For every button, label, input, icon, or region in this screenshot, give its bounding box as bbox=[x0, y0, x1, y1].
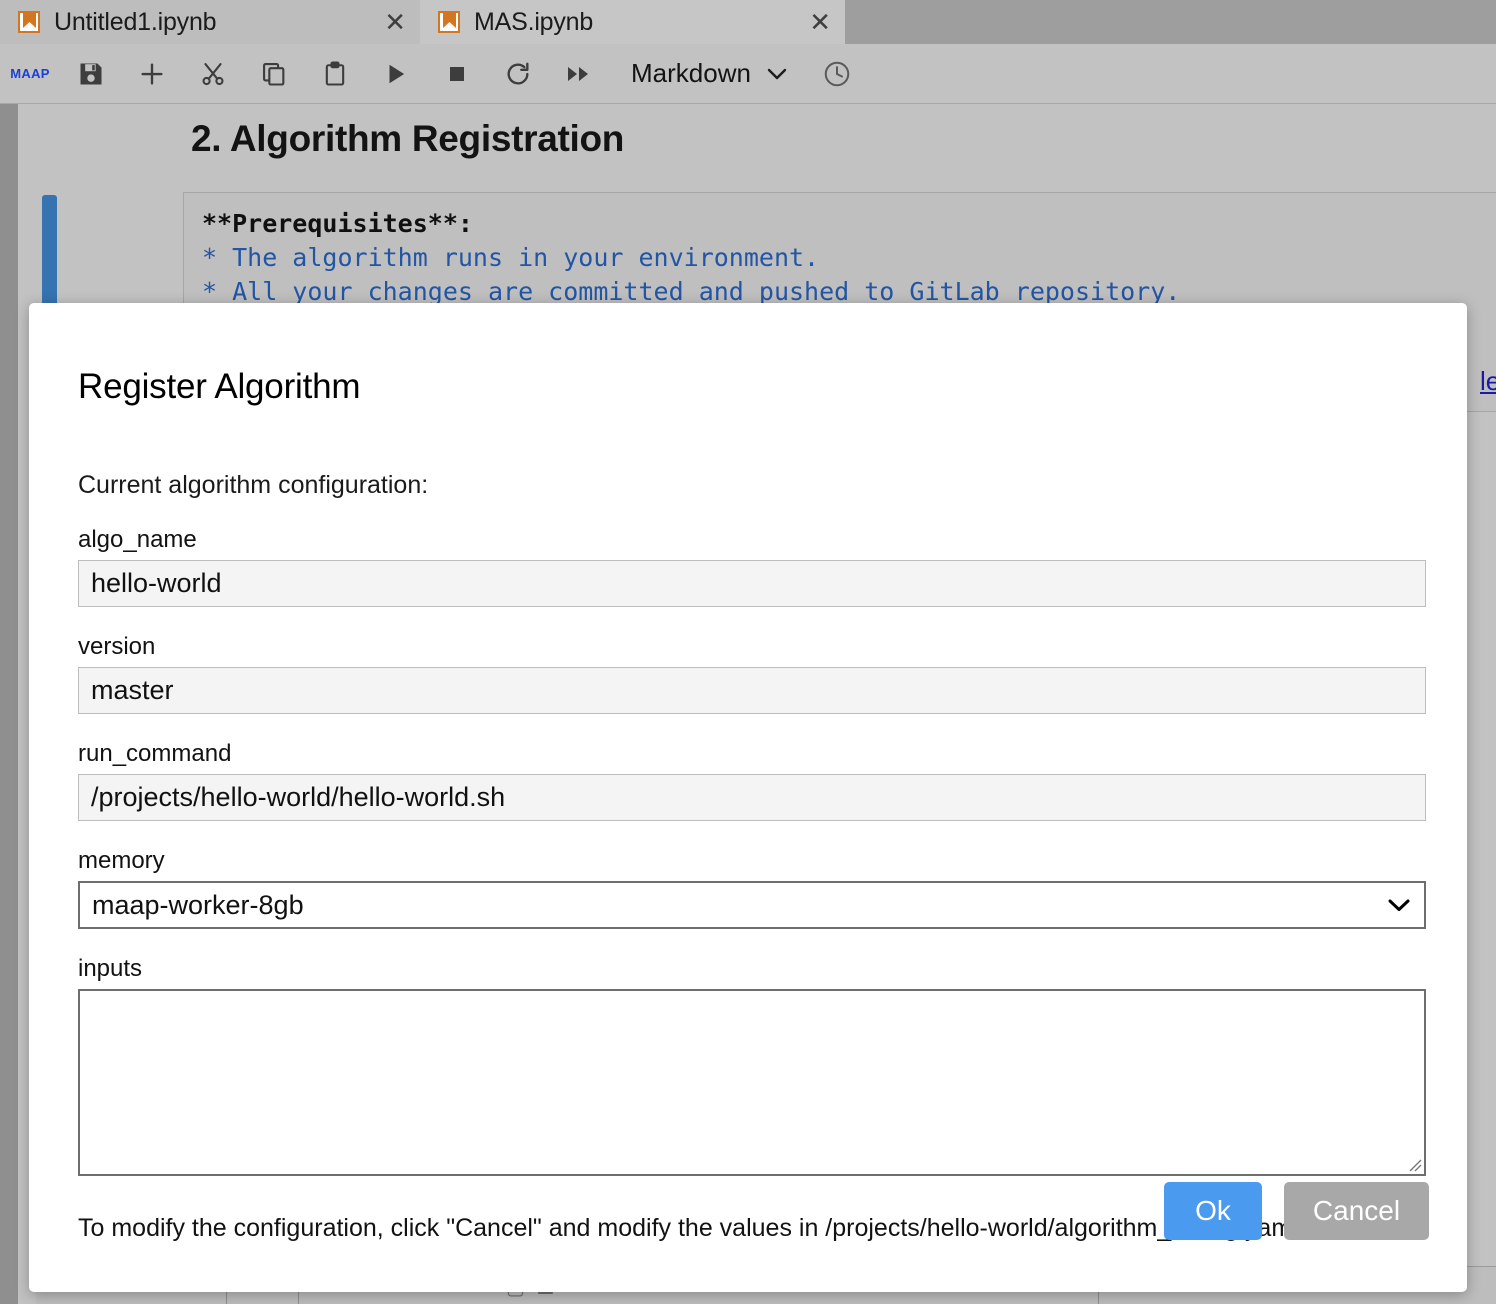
notebook-link[interactable]: le bbox=[1480, 366, 1496, 397]
close-icon[interactable]: ✕ bbox=[801, 9, 831, 35]
label-version: version bbox=[78, 633, 156, 660]
app-root: Untitled1.ipynb ✕ MAS.ipynb ✕ MAAP Markd… bbox=[0, 0, 1496, 1304]
run-command-input[interactable]: /projects/hello-world/hello-world.sh bbox=[78, 774, 1426, 821]
version-input[interactable]: master bbox=[78, 667, 1426, 714]
page-title: 2. Algorithm Registration bbox=[191, 118, 625, 159]
register-algorithm-dialog: Register Algorithm Current algorithm con… bbox=[29, 303, 1467, 1292]
stop-icon[interactable] bbox=[426, 45, 487, 103]
dialog-subtitle: Current algorithm configuration: bbox=[78, 471, 429, 499]
cell-type-dropdown[interactable]: Markdown bbox=[609, 45, 807, 103]
close-icon[interactable]: ✕ bbox=[376, 9, 406, 35]
paste-icon[interactable] bbox=[304, 45, 365, 103]
clock-icon[interactable] bbox=[807, 45, 868, 103]
tab-bar: Untitled1.ipynb ✕ MAS.ipynb ✕ bbox=[0, 0, 1496, 44]
cut-icon[interactable] bbox=[182, 45, 243, 103]
copy-icon[interactable] bbox=[243, 45, 304, 103]
memory-select[interactable]: maap-worker-8gb bbox=[78, 881, 1426, 929]
label-run-command: run_command bbox=[78, 740, 232, 767]
dialog-actions: Ok Cancel bbox=[1164, 1182, 1429, 1240]
inputs-textarea[interactable] bbox=[78, 989, 1426, 1176]
markdown-line: **Prerequisites**: bbox=[202, 209, 473, 238]
markdown-line: * The algorithm runs in your environment… bbox=[202, 243, 820, 272]
memory-select-wrap: maap-worker-8gb bbox=[78, 881, 1426, 929]
tab-label: MAS.ipynb bbox=[474, 7, 594, 36]
maap-brand-label[interactable]: MAAP bbox=[0, 66, 60, 81]
restart-icon[interactable] bbox=[487, 45, 548, 103]
run-icon[interactable] bbox=[365, 45, 426, 103]
label-algo-name: algo_name bbox=[78, 526, 197, 553]
label-memory: memory bbox=[78, 847, 165, 874]
notebook-icon bbox=[18, 11, 40, 33]
cell-type-value: Markdown bbox=[631, 58, 751, 88]
left-gutter bbox=[0, 104, 18, 1304]
algo-name-input[interactable]: hello-world bbox=[78, 560, 1426, 607]
inputs-textarea-wrap bbox=[78, 989, 1426, 1176]
save-icon[interactable] bbox=[60, 45, 121, 103]
tab-mas[interactable]: MAS.ipynb ✕ bbox=[420, 0, 845, 44]
notebook-icon bbox=[438, 11, 460, 33]
cancel-button[interactable]: Cancel bbox=[1284, 1182, 1429, 1240]
dialog-title: Register Algorithm bbox=[78, 367, 361, 406]
restart-run-all-icon[interactable] bbox=[548, 45, 609, 103]
notebook-toolbar: MAAP Markdown bbox=[0, 44, 1496, 104]
add-cell-icon[interactable] bbox=[121, 45, 182, 103]
ok-button[interactable]: Ok bbox=[1164, 1182, 1262, 1240]
tab-label: Untitled1.ipynb bbox=[54, 7, 217, 36]
tab-untitled1[interactable]: Untitled1.ipynb ✕ bbox=[0, 0, 420, 44]
label-inputs: inputs bbox=[78, 955, 143, 982]
chevron-down-icon bbox=[765, 66, 789, 82]
